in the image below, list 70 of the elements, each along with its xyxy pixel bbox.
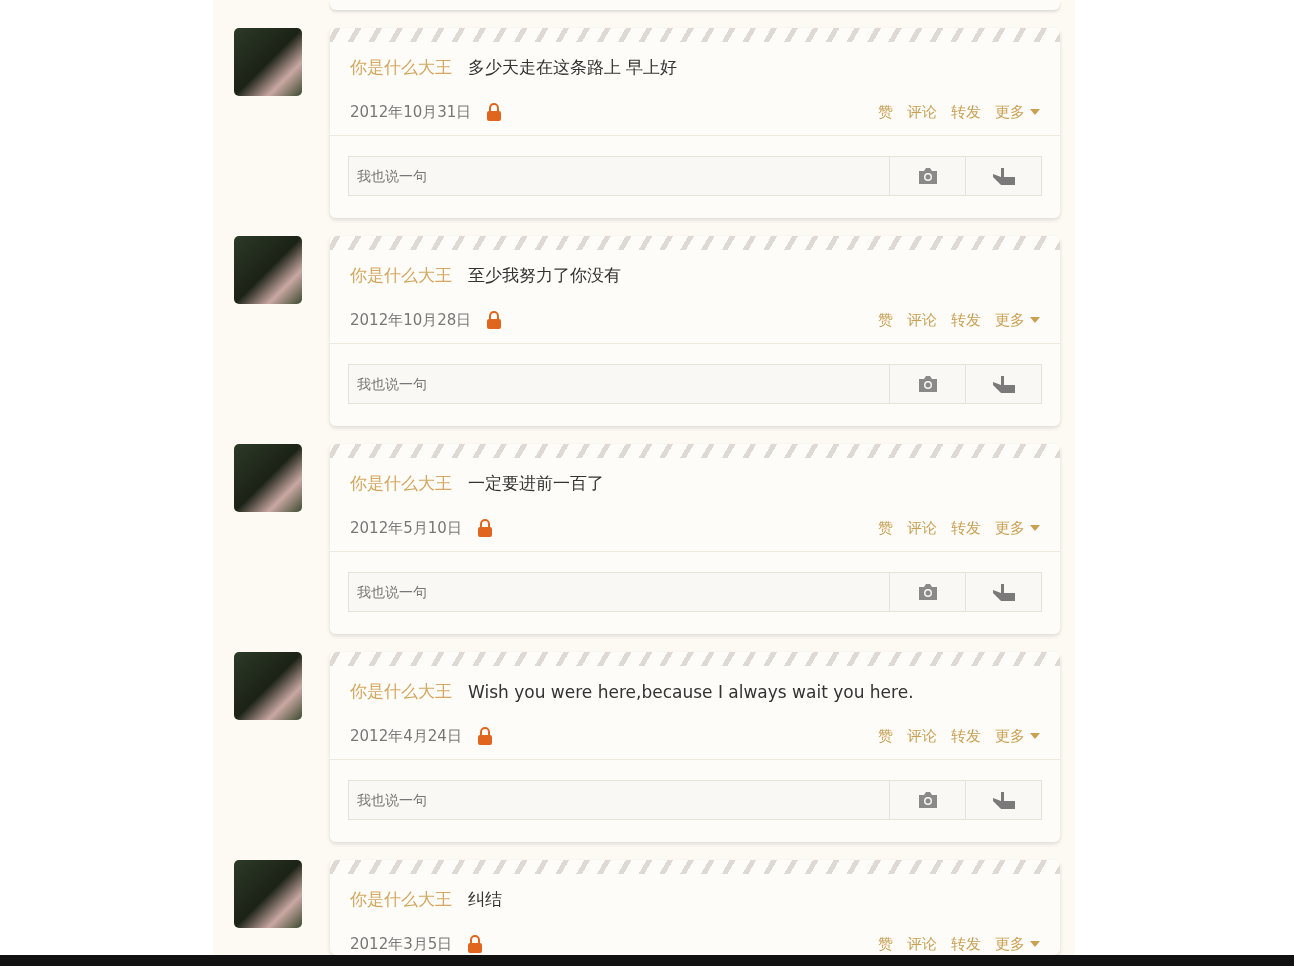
post-date: 2012年5月10日 [350,518,462,538]
action-link[interactable]: 转发 [951,518,981,538]
thumb-icon [990,167,1017,185]
more-link[interactable]: 更多 [995,102,1040,122]
action-link[interactable]: 评论 [907,934,937,954]
camera-icon [916,167,939,185]
avatar-placeholder [234,236,302,304]
photo-button[interactable] [890,780,966,820]
caret-icon [1030,733,1040,739]
caret-icon [1030,317,1040,323]
action-link[interactable]: 评论 [907,518,937,538]
camera-icon [916,375,939,393]
lock-icon [487,311,502,329]
post-text: 纠结 [468,888,502,911]
caret-icon [1030,525,1040,531]
post-text: Wish you were here,because I always wait you here. [468,681,914,702]
action-link[interactable]: 赞 [878,934,893,954]
action-link[interactable]: 赞 [878,102,893,122]
more-link[interactable]: 更多 [995,726,1040,746]
action-link[interactable]: 转发 [951,102,981,122]
like-button[interactable] [966,156,1042,196]
photo-button[interactable] [890,364,966,404]
post-date: 2012年10月28日 [350,310,472,330]
post-date: 2012年3月5日 [350,934,453,954]
thumb-icon [990,583,1017,601]
author-link[interactable]: 你是什么大王 [350,472,452,495]
author-link[interactable]: 你是什么大王 [350,56,452,79]
more-link[interactable]: 更多 [995,310,1040,330]
thumb-icon [990,791,1017,809]
thumb-icon [990,375,1017,393]
caret-icon [1030,941,1040,947]
photo-button[interactable] [890,156,966,196]
camera-icon [916,791,939,809]
like-button[interactable] [966,780,1042,820]
post-date: 2012年10月31日 [350,102,472,122]
comment-field[interactable]: 我也说一句 [348,572,890,612]
author-link[interactable]: 你是什么大王 [350,264,452,287]
photo-button[interactable] [890,572,966,612]
action-link[interactable]: 转发 [951,726,981,746]
lock-icon [487,103,502,121]
action-link[interactable]: 赞 [878,310,893,330]
author-link[interactable]: 你是什么大王 [350,888,452,911]
post-text: 一定要进前一百了 [468,472,604,495]
post-text: 至少我努力了你没有 [468,264,621,287]
like-button[interactable] [966,364,1042,404]
more-link[interactable]: 更多 [995,934,1040,954]
action-link[interactable]: 赞 [878,518,893,538]
action-link[interactable]: 转发 [951,934,981,954]
camera-icon [916,583,939,601]
comment-field[interactable]: 我也说一句 [348,156,890,196]
post-date: 2012年4月24日 [350,726,462,746]
lock-icon [468,935,483,953]
avatar-placeholder [234,28,302,96]
action-link[interactable]: 评论 [907,102,937,122]
comment-field[interactable]: 我也说一句 [348,780,890,820]
action-link[interactable]: 评论 [907,726,937,746]
avatar-placeholder [234,860,302,928]
author-link[interactable]: 你是什么大王 [350,680,452,703]
caret-icon [1030,109,1040,115]
action-link[interactable]: 评论 [907,310,937,330]
action-link[interactable]: 赞 [878,726,893,746]
lock-icon [477,727,492,745]
more-link[interactable]: 更多 [995,518,1040,538]
post-text: 多少天走在这条路上 早上好 [468,56,678,79]
avatar-placeholder [234,444,302,512]
lock-icon [477,519,492,537]
like-button[interactable] [966,572,1042,612]
avatar-placeholder [234,652,302,720]
action-link[interactable]: 转发 [951,310,981,330]
comment-field[interactable]: 我也说一句 [348,364,890,404]
